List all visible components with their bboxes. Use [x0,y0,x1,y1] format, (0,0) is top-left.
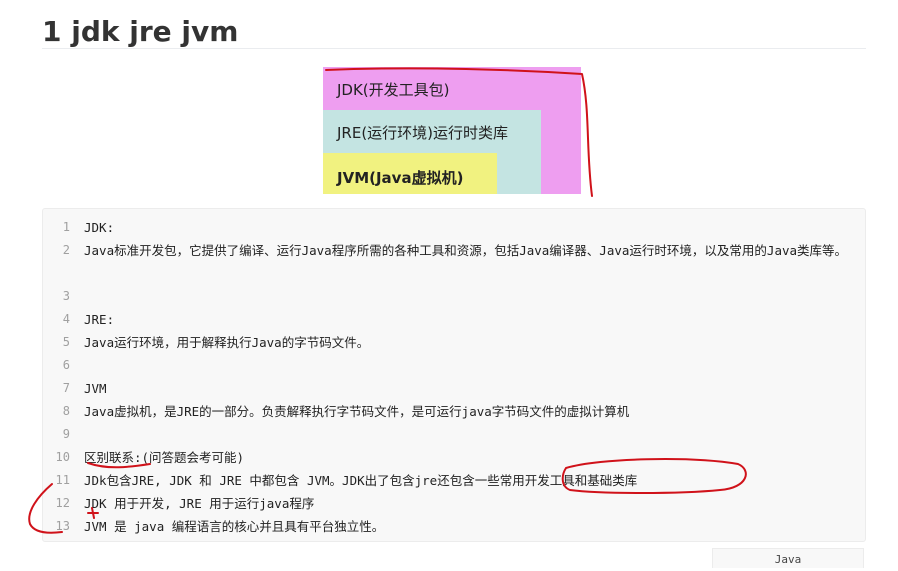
code-line: 2 Java标准开发包，它提供了编译、运行Java程序所需的各种工具和资源，包括… [43,239,867,262]
line-number: 13 [55,519,70,533]
code-line: 10 区别联系:(问答题会考可能) [43,446,867,469]
code-line: 7 JVM [43,377,867,400]
code-language-selector[interactable]: Java [712,548,864,568]
jvm-box: JVM(Java虚拟机) [323,153,497,194]
code-line: 4 JRE: [43,308,867,331]
jre-box-label: JRE(运行环境)运行时类库 [337,124,509,142]
line-number: 12 [55,496,70,510]
code-line: 6 [43,354,867,377]
code-block[interactable]: 1 JDK: 2 Java标准开发包，它提供了编译、运行Java程序所需的各种工… [42,208,866,542]
line-number: 10 [55,450,70,464]
code-line: 3 [43,285,867,308]
line-number: 7 [62,381,70,395]
line-number: 11 [55,473,70,487]
code-line: 5 Java运行环境，用于解释执行Java的字节码文件。 [43,331,867,354]
jdk-jre-jvm-diagram: JDK(开发工具包) JRE(运行环境)运行时类库 JVM(Java虚拟机) [323,67,581,194]
code-line: 12 JDK 用于开发, JRE 用于运行java程序 [43,492,867,515]
line-number: 6 [62,358,70,372]
line-number: 3 [62,289,70,303]
code-text: 区别联系:(问答题会考可能) [84,450,245,465]
code-line: 1 JDK: [43,216,867,239]
code-line: 8 Java虚拟机，是JRE的一部分。负责解释执行字节码文件，是可运行java字… [43,400,867,423]
code-text: JVM [84,381,107,396]
code-text: Java标准开发包，它提供了编译、运行Java程序所需的各种工具和资源，包括Ja… [84,243,848,258]
code-text: Java运行环境，用于解释执行Java的字节码文件。 [84,335,370,350]
code-text: JVM 是 java 编程语言的核心并且具有平台独立性。 [84,519,385,534]
line-number: 4 [62,312,70,326]
section-heading: 1 jdk jre jvm [42,15,239,48]
line-number: 5 [62,335,70,349]
jvm-box-label: JVM(Java虚拟机) [337,169,464,187]
code-text: JDk包含JRE, JDK 和 JRE 中都包含 JVM。JDK出了包含jre还… [84,473,638,488]
code-text: JRE: [84,312,115,327]
code-text: JDK 用于开发, JRE 用于运行java程序 [84,496,315,511]
line-number: 9 [62,427,70,441]
line-number: 1 [62,220,70,234]
code-line: 13 JVM 是 java 编程语言的核心并且具有平台独立性。 [43,515,867,538]
code-line: 9 [43,423,867,446]
heading-divider [42,48,866,49]
code-line: 11 JDk包含JRE, JDK 和 JRE 中都包含 JVM。JDK出了包含j… [43,469,867,492]
line-number: 8 [62,404,70,418]
jdk-box-label: JDK(开发工具包) [337,81,450,99]
code-text: JDK: [84,220,115,235]
line-number: 2 [62,243,70,257]
code-text: Java虚拟机，是JRE的一部分。负责解释执行字节码文件，是可运行java字节码… [84,404,630,419]
